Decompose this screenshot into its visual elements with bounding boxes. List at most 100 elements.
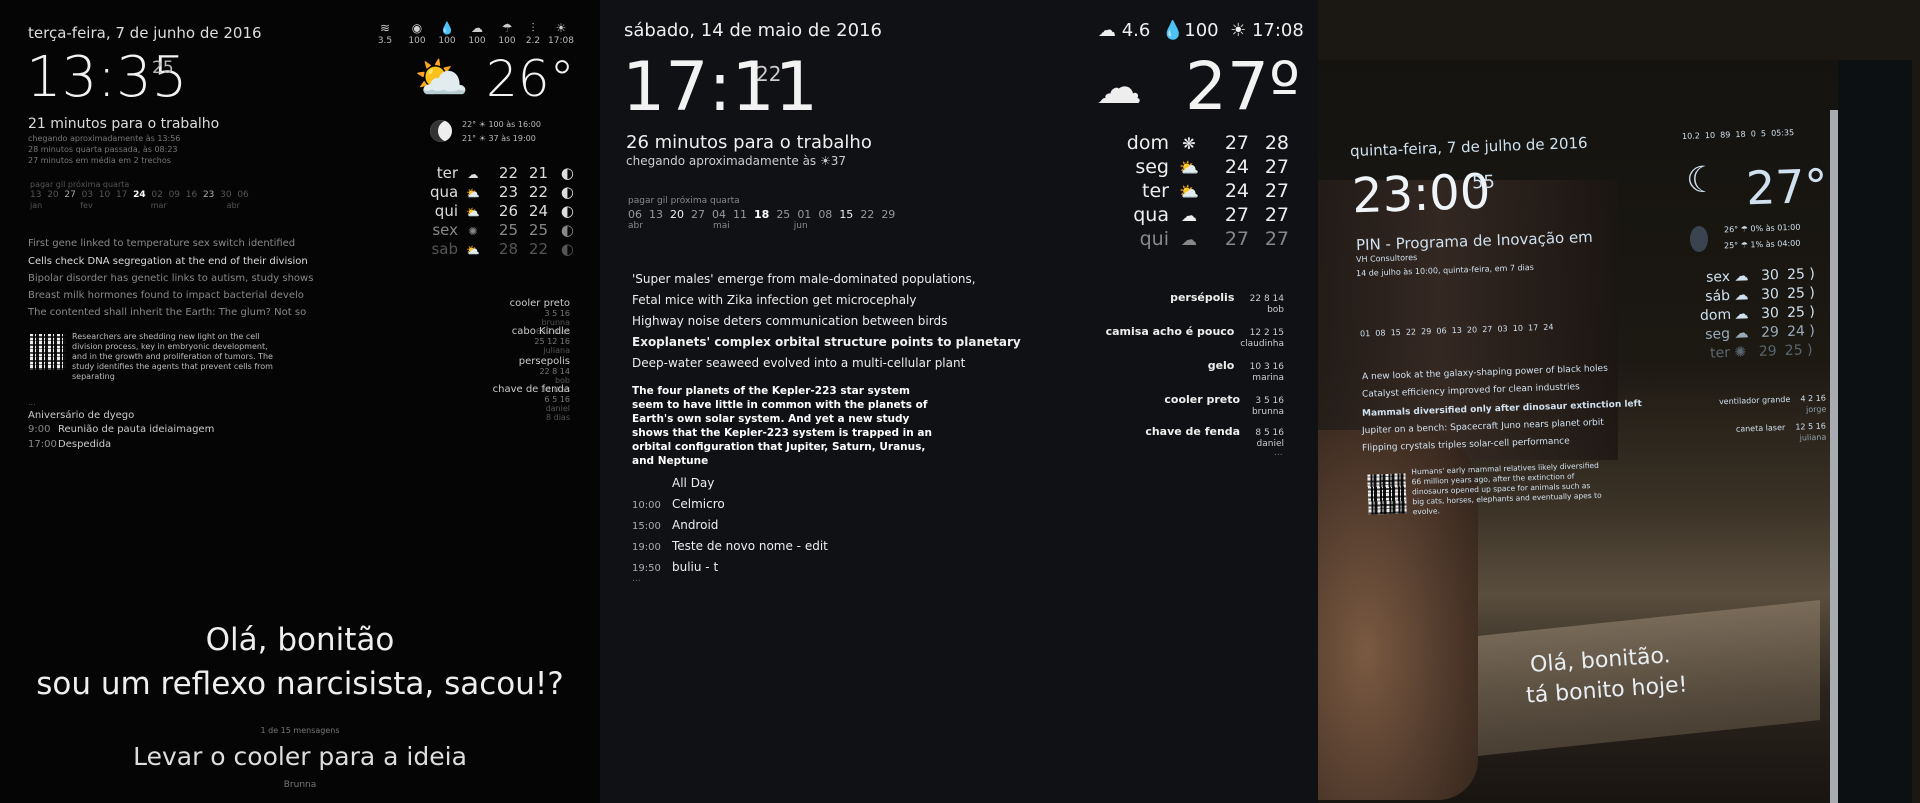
news-detail: Humans' early mammal relatives likely di… — [1411, 460, 1602, 517]
news-item[interactable]: Fetal mice with Zika infection get micro… — [632, 293, 916, 307]
mirror-edge — [1830, 110, 1838, 803]
wind-readout: ☁ 4.6 💧100 ☀ 17:08 — [1098, 20, 1304, 41]
calendar-strip: 13 20 27 03 10 17 24 02 09 16 23 30 06 — [30, 190, 249, 200]
current-temperature: 26° — [486, 50, 575, 108]
date-label: terça-feira, 7 de junho de 2016 — [28, 24, 262, 42]
news-item[interactable]: First gene linked to temperature sex swi… — [28, 238, 295, 249]
partly-cloudy-icon: ⛅ — [414, 53, 469, 104]
greeting-line-2: sou um reflexo narcisista, sacou!? — [36, 666, 564, 702]
calendar-strip: 06 13 20 27 04 11 18 25 01 08 15 22 29 — [628, 208, 896, 221]
weather-uv: ⫶ 2.2 — [525, 21, 541, 46]
forecast-row: seg ⛅ 24 27 — [1135, 156, 1289, 178]
cloud-icon: ☁ — [471, 21, 483, 35]
moon-night-icon: ☾ — [1686, 160, 1719, 201]
agenda-item: 9:00 Reunião de pauta ideiaimagem — [28, 424, 215, 435]
moon-icon: ◐ — [560, 202, 574, 220]
droplet-icon: 💧 — [1161, 20, 1185, 41]
forecast-row: qui ⛅ 26 24 ◐ — [434, 202, 574, 220]
eye-icon: ◉ — [411, 21, 423, 35]
agenda-title: Aniversário de dyego — [28, 410, 135, 421]
lent-item: caneta laser 12 5 16 juliana — [1735, 421, 1827, 443]
sunset-icon: ☀ — [1230, 20, 1247, 41]
agenda-item: 17:00Despedida — [28, 439, 112, 450]
clock-seconds: 55 — [1471, 171, 1496, 194]
clock-seconds: 22 — [756, 62, 782, 86]
news-item[interactable]: Cells check DNA segregation at the end o… — [28, 256, 308, 267]
message-author: Brunna — [283, 780, 317, 790]
qr-code — [30, 334, 66, 370]
agenda-item: 10:00 Celmicro — [632, 497, 725, 511]
news-item[interactable]: Deep-water seaweed evolved into a multi-… — [632, 356, 965, 370]
commute-line: chegando aproximadamente às 13:56 — [28, 134, 181, 143]
moon-icon: ◐ — [560, 183, 574, 201]
current-temperature: 27° — [1745, 158, 1829, 216]
clock-time: 13:35 — [26, 45, 188, 110]
moon-phase-icon — [430, 120, 452, 142]
forecast-row: ter ☁ 22 21 ◐ — [436, 164, 574, 182]
lent-item: camisa acho é pouco 12 2 15 claudinha — [1105, 325, 1284, 349]
calendar-months: jan fev mar abr — [30, 201, 240, 210]
news-item[interactable]: Breast milk hormones found to impact bac… — [28, 290, 304, 301]
forecast-row: ter ⛅ 24 27 — [1142, 180, 1289, 202]
commute-title: 21 minutos para o trabalho — [28, 116, 220, 132]
moon-icon: ◐ — [560, 164, 574, 182]
clock-seconds: 25 — [152, 58, 174, 78]
weather-cloud: ☁ 100 — [468, 21, 486, 46]
forecast-row: sex ✺ 25 25 ◐ — [432, 221, 574, 239]
news-item[interactable]: 'Super males' emerge from male-dominated… — [632, 272, 976, 286]
forecast-row: qua ☁ 27 27 — [1133, 204, 1289, 226]
droplet-icon: 💧 — [439, 21, 455, 35]
forecast-row: sab ⛅ 28 22 ◐ — [431, 240, 574, 258]
hourly-line-2: 21° ☀ 37 às 19:00 — [462, 134, 536, 143]
current-temperature: 27º — [1185, 48, 1301, 125]
agenda-item: 15:00 Android — [632, 518, 719, 532]
weather-sunset: ☀ 17:08 — [548, 21, 574, 46]
commute-line: chegando aproximadamente às ☀37 — [626, 154, 847, 168]
calendar-note: pagar gil próxima quarta — [628, 196, 740, 206]
moon-icon: ◐ — [560, 240, 574, 258]
news-item[interactable]: Exoplanets' complex orbital structure po… — [632, 335, 1021, 349]
umbrella-icon: ☂ — [501, 21, 513, 35]
forecast-row: qui ☁ 27 27 — [1139, 228, 1289, 250]
sunset-icon: ☀ — [555, 21, 567, 35]
thermometer-icon: ⫶ — [531, 21, 535, 35]
message-counter: 1 de 15 mensagens — [260, 726, 340, 735]
agenda-item: 19:00 Teste de novo nome - edit — [632, 539, 828, 553]
moon-icon: ◐ — [560, 221, 574, 239]
calendar-note: pagar gil próxima quarta — [30, 180, 130, 189]
weather-humidity: 💧 100 — [438, 21, 456, 46]
lent-item: chave de fenda 8 5 16 daniel — [1145, 425, 1284, 449]
mirror-screen-1: terça-feira, 7 de junho de 2016 13:35 25… — [0, 0, 600, 803]
forecast-row: dom ❋ 27 28 — [1126, 132, 1289, 154]
lent-item: gelo 10 3 16 marina — [1207, 359, 1284, 383]
lent-item: cabo Kindle 25 12 16 juliana — [511, 326, 570, 355]
news-detail: The four planets of the Kepler-223 star … — [632, 385, 932, 467]
lent-item: persépolis 22 8 14 bob — [1170, 291, 1284, 315]
news-item[interactable]: Highway noise deters communication betwe… — [632, 314, 947, 328]
agenda-item: All Day — [672, 476, 715, 490]
clock-time: 23:00 — [1351, 163, 1492, 225]
agenda-item: 19:50 buliu - t — [632, 560, 719, 574]
qr-code — [1367, 473, 1407, 515]
lent-item: cooler preto 3 5 16 brunna — [1164, 393, 1284, 417]
news-item[interactable]: The contented shall inherit the Earth: T… — [28, 307, 306, 318]
hourly-line-1: 22° ☀ 100 às 16:00 — [462, 120, 541, 129]
commute-title: 26 minutos para o trabalho — [626, 132, 872, 153]
date-label: sábado, 14 de maio de 2016 — [624, 20, 882, 41]
wind-icon: ≋ — [379, 21, 391, 35]
weather-visibility: ◉ 100 — [408, 21, 426, 46]
wind-icon: ☁ — [1098, 20, 1116, 41]
commute-line: 27 minutos em média em 2 trechos — [28, 156, 171, 165]
clock-time: 17:11 — [622, 48, 818, 127]
lent-item: chave de fenda 6 5 16 daniel 8 dias — [492, 384, 570, 422]
calendar-months: abr mai jun — [628, 221, 808, 231]
weather-wind: ≋ 3.5 — [377, 21, 393, 46]
forecast-row: qua ⛅ 23 22 ◐ — [430, 183, 574, 201]
greeting-line-1: Olá, bonitão — [205, 622, 395, 658]
message-text: Levar o cooler para a ideia — [133, 742, 467, 771]
news-detail: Researchers are shedding new light on th… — [72, 332, 273, 381]
news-item[interactable]: Bipolar disorder has genetic links to au… — [28, 273, 313, 284]
cloudy-icon: ☁ — [1096, 60, 1142, 114]
commute-line: 28 minutos quarta passada, às 08:23 — [28, 145, 178, 154]
moon-phase-icon — [1690, 226, 1708, 252]
